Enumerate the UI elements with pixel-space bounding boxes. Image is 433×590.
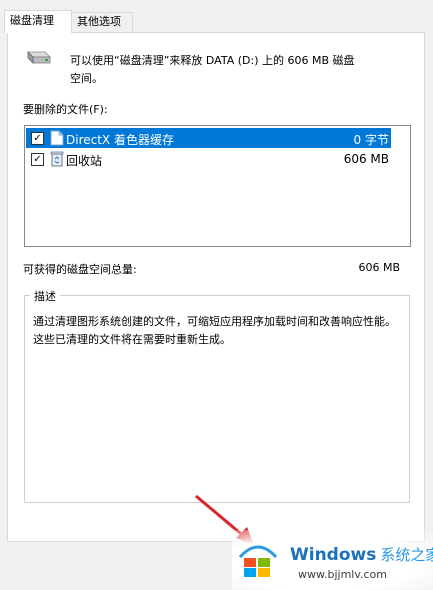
watermark-brand: Windows 系统之家: [290, 544, 433, 565]
description-text: 通过清理图形系统创建的文件，可缩短应用程序加载时间和改善响应性能。这些已清理的文…: [33, 315, 396, 346]
watermark-url: www.bjjmlv.com: [298, 568, 387, 581]
checkbox-checked-icon[interactable]: ✓: [31, 153, 44, 166]
windows-logo-icon: [238, 545, 278, 577]
list-item-size: 0 字节: [353, 133, 389, 147]
total-space-value: 606 MB: [358, 261, 400, 274]
files-to-delete-label: 要删除的文件(F):: [23, 103, 108, 116]
total-space-label: 可获得的磁盘空间总量:: [23, 263, 137, 276]
file-icon: [50, 130, 64, 146]
list-item-name: 回收站: [66, 154, 103, 168]
list-item-recycle-bin[interactable]: ✓ 回收站 606 MB: [26, 149, 391, 169]
checkbox-checked-icon[interactable]: ✓: [31, 132, 44, 145]
tab-more-options[interactable]: 其他选项: [71, 12, 133, 32]
description-title: 描述: [30, 288, 60, 304]
drive-icon: [27, 51, 51, 64]
list-item-name: DirectX 着色器缓存: [66, 133, 174, 147]
list-item-size: 606 MB: [343, 152, 389, 166]
recycle-bin-icon: [50, 151, 64, 167]
disk-cleanup-panel: 可以使用“磁盘清理”来释放 DATA (D:) 上的 606 MB 磁盘空间。 …: [7, 32, 425, 542]
watermark-brand-en: Windows: [290, 545, 377, 565]
description-groupbox: 描述 通过清理图形系统创建的文件，可缩短应用程序加载时间和改善响应性能。这些已清…: [24, 288, 410, 503]
files-to-delete-list[interactable]: ✓ DirectX 着色器缓存 0 字节 ✓ 回收站 606 MB: [24, 125, 411, 247]
watermark: Windows 系统之家 www.bjjmlv.com: [232, 530, 433, 590]
cleanup-summary-text: 可以使用“磁盘清理”来释放 DATA (D:) 上的 606 MB 磁盘空间。: [70, 54, 355, 85]
tab-disk-cleanup[interactable]: 磁盘清理: [4, 10, 72, 33]
list-item-directx-shader-cache[interactable]: ✓ DirectX 着色器缓存 0 字节: [26, 128, 391, 148]
watermark-brand-cn: 系统之家: [380, 546, 433, 564]
